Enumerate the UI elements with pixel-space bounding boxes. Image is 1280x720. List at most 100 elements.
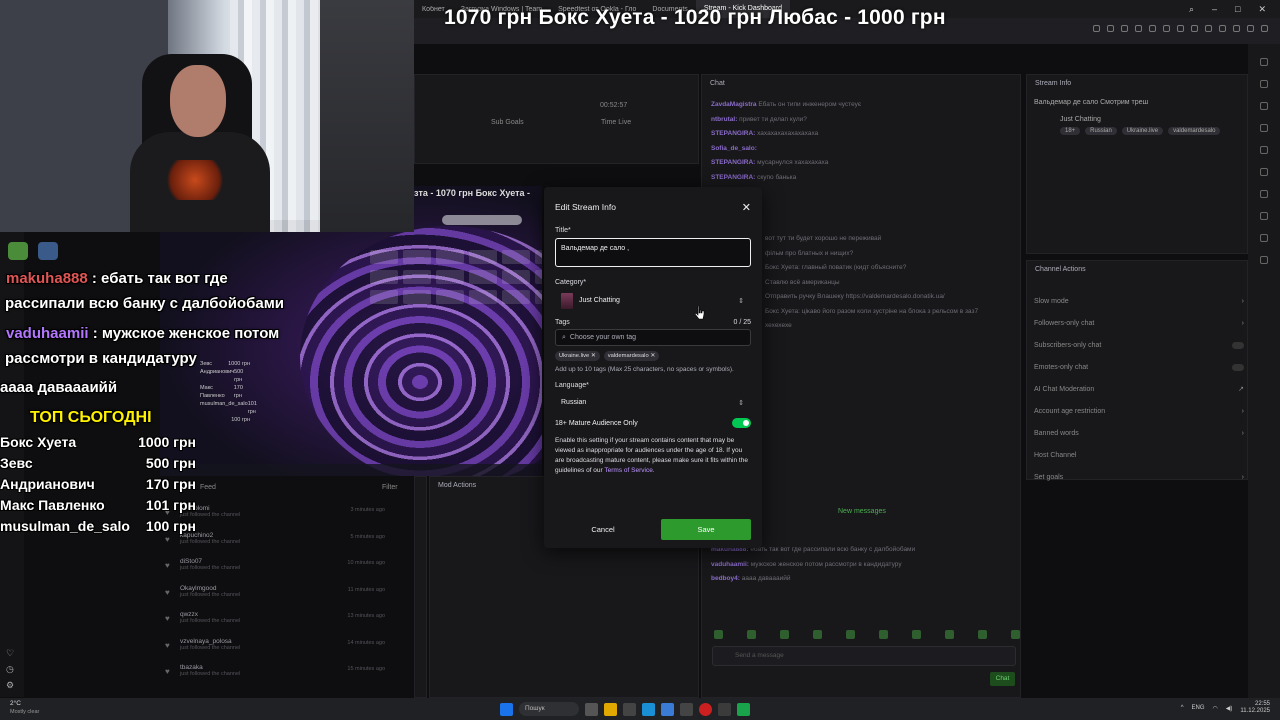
capture-ticker-text: зта - 1070 грн Бокс Хуета - <box>414 188 531 198</box>
chevron-updown-icon: ⇕ <box>738 399 744 407</box>
tag-pill: Russian <box>1085 127 1117 135</box>
side-icons: ♡ ◷ ⚙ <box>6 645 14 693</box>
rail-icon[interactable] <box>1260 58 1268 66</box>
emote-icon[interactable] <box>780 630 789 639</box>
extension-icon[interactable] <box>1219 25 1226 32</box>
file-explorer-icon[interactable] <box>604 702 617 716</box>
extension-icon[interactable] <box>1149 25 1156 32</box>
extension-icon[interactable] <box>1121 25 1128 32</box>
channel-action-account-age[interactable]: Account age restriction › <box>1034 400 1244 422</box>
obs-icon[interactable] <box>737 702 750 716</box>
windows-start-icon[interactable] <box>500 702 513 716</box>
close-icon[interactable]: ✕ <box>742 201 751 214</box>
wifi-icon[interactable]: ◠ <box>1213 705 1218 712</box>
rail-icon[interactable] <box>1260 256 1268 264</box>
cancel-button[interactable]: Cancel <box>555 519 651 540</box>
weather-widget[interactable]: 2°C Mostly clear <box>10 700 39 716</box>
language-select[interactable]: Russian ⇕ <box>555 392 751 413</box>
tag-pill: 18+ <box>1060 127 1081 135</box>
rail-icon[interactable] <box>1260 102 1268 110</box>
channel-action-banned-words[interactable]: Banned words › <box>1034 422 1244 444</box>
overlay-chat-message: аааа даваааийй <box>0 379 118 396</box>
tags-help-text: Add up to 10 tags (Max 25 characters, no… <box>555 366 734 373</box>
chat-send-button[interactable]: Chat <box>990 672 1015 686</box>
new-messages-divider[interactable]: New messages <box>838 508 886 515</box>
mature-description: Enable this setting if your stream conta… <box>555 437 748 474</box>
app-icon[interactable] <box>623 702 636 716</box>
tag-chip[interactable]: valdemardesalo ✕ <box>603 351 660 361</box>
channel-action-subscribers-only[interactable]: Subscribers-only chat <box>1034 334 1244 356</box>
rail-icon[interactable] <box>1260 124 1268 132</box>
channel-action-slow-mode[interactable]: Slow mode › <box>1034 290 1244 312</box>
extension-icon[interactable] <box>1135 25 1142 32</box>
overlay-chat-message-cont: рассмотри в кандидатуру <box>5 350 197 367</box>
tags-input[interactable]: ⌕ Choose your own tag <box>555 329 751 346</box>
rail-icon[interactable] <box>1260 80 1268 88</box>
channel-action-host-channel[interactable]: Host Channel <box>1034 444 1244 466</box>
search-icon[interactable]: ⌕ <box>1189 4 1194 15</box>
settings-icon[interactable]: ⚙ <box>6 677 14 693</box>
emote-icon[interactable] <box>879 630 888 639</box>
app-icon[interactable] <box>661 702 674 716</box>
save-button[interactable]: Save <box>661 519 751 540</box>
edge-icon[interactable] <box>642 702 655 716</box>
extension-icon[interactable] <box>1093 25 1100 32</box>
extension-icon[interactable] <box>1107 25 1114 32</box>
emote-icon[interactable] <box>846 630 855 639</box>
extension-icon[interactable] <box>1205 25 1212 32</box>
toggle-switch[interactable] <box>1232 363 1244 371</box>
rail-icon[interactable] <box>1260 146 1268 154</box>
chat-message: фільм про блатных и нищих? <box>765 249 854 257</box>
rail-icon[interactable] <box>1260 190 1268 198</box>
tray-arrow-icon[interactable]: ^ <box>1181 705 1184 711</box>
clock[interactable]: 22:55 11.12.2025 <box>1240 701 1270 715</box>
channel-action-set-goals[interactable]: Set goals › <box>1034 466 1244 488</box>
modal-title: Edit Stream Info <box>555 202 616 212</box>
extension-icon[interactable] <box>1191 25 1198 32</box>
app-icon[interactable] <box>680 702 693 716</box>
stream-title-input[interactable]: Вальдемар де сало , <box>555 238 751 267</box>
channel-action-ai-moderation[interactable]: AI Chat Moderation ↗ <box>1034 378 1244 400</box>
clock-icon[interactable]: ◷ <box>6 661 14 677</box>
app-icon[interactable] <box>718 702 731 716</box>
emote-icon[interactable] <box>912 630 921 639</box>
overlay-chat-message: makuha888 : ебать так вот где <box>6 270 228 287</box>
rail-icon[interactable] <box>1260 212 1268 220</box>
task-view-icon[interactable] <box>585 702 598 716</box>
channel-action-followers-only[interactable]: Followers-only chat › <box>1034 312 1244 334</box>
opera-icon[interactable] <box>699 702 712 716</box>
emote-icon[interactable] <box>945 630 954 639</box>
capture-search-bar <box>442 215 522 225</box>
capture-mini-top-list: Зевс 1000 грн Андрианович 500 грн Макс Пав… <box>200 361 257 423</box>
terms-of-service-link[interactable]: Terms of Service. <box>604 467 654 474</box>
language-indicator[interactable]: ENG <box>1192 705 1205 711</box>
emote-icon[interactable] <box>747 630 756 639</box>
emote-icon[interactable] <box>813 630 822 639</box>
emote-icon[interactable] <box>714 630 723 639</box>
extension-icon[interactable] <box>1163 25 1170 32</box>
system-tray: ^ ENG ◠ ◀) 22:55 11.12.2025 <box>1181 701 1270 715</box>
close-icon[interactable]: ✕ <box>1258 4 1266 15</box>
channel-action-emotes-only[interactable]: Emotes-only chat <box>1034 356 1244 378</box>
rail-icon[interactable] <box>1260 234 1268 242</box>
rail-icon[interactable] <box>1260 168 1268 176</box>
volume-icon[interactable]: ◀) <box>1226 705 1233 712</box>
extension-icon[interactable] <box>1233 25 1240 32</box>
minimize-icon[interactable]: – <box>1212 4 1217 15</box>
emote-icon[interactable] <box>1011 630 1020 639</box>
extension-icon[interactable] <box>1177 25 1184 32</box>
heart-icon[interactable]: ♡ <box>6 645 14 661</box>
top-donator-row: Андрианович 170 грн <box>0 476 196 492</box>
taskbar-search[interactable]: Пошук <box>519 702 579 716</box>
category-select[interactable]: Just Chatting ⇕ <box>555 290 751 311</box>
chat-message-input[interactable]: Send a message <box>712 646 1016 666</box>
mature-toggle-switch[interactable] <box>732 418 751 428</box>
extension-icon[interactable] <box>1247 25 1254 32</box>
toggle-switch[interactable] <box>1232 341 1244 349</box>
emote-icon[interactable] <box>978 630 987 639</box>
maximize-icon[interactable]: □ <box>1235 4 1240 15</box>
feed-filter-button[interactable]: Filter <box>382 484 398 491</box>
activity-feed: ♥ puhsolomi just followed the channel 3 min… <box>165 505 425 691</box>
extension-icon[interactable] <box>1261 25 1268 32</box>
tag-chip[interactable]: Ukraine.live ✕ <box>555 351 600 361</box>
